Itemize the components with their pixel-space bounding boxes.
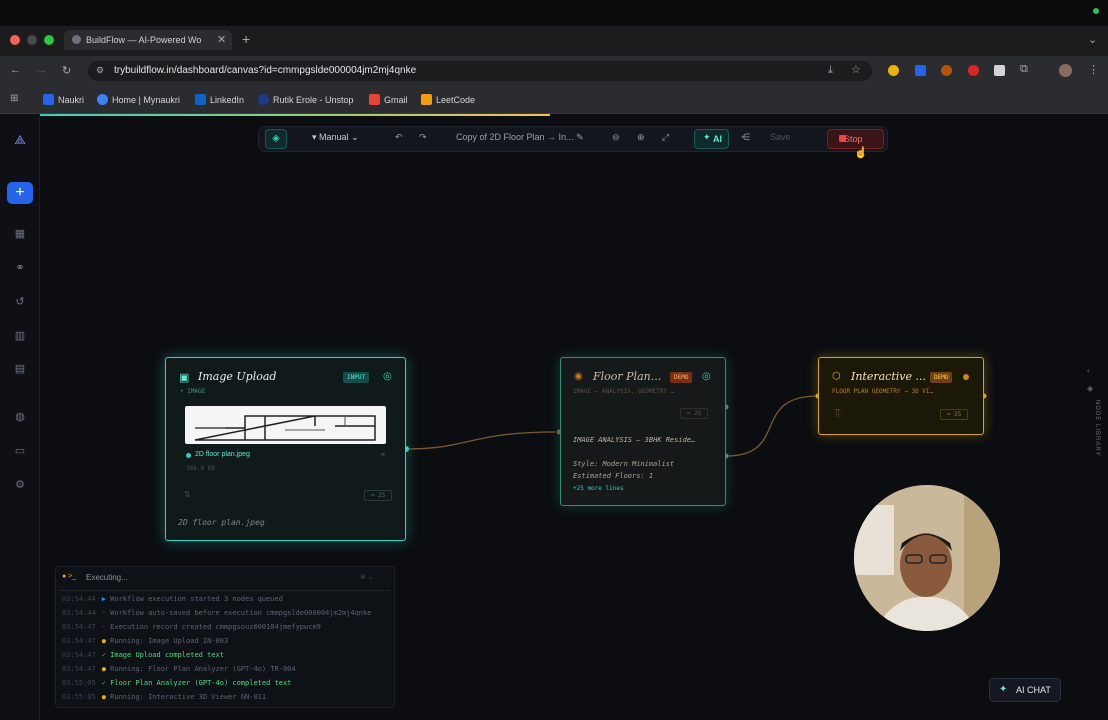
- log-line: 03:54:47 · Execution record created cmmpg…: [62, 623, 321, 631]
- node-subtitle: • IMAGE: [180, 388, 206, 395]
- node-title: Image Upload: [198, 370, 277, 383]
- node-caption: 2D floor plan.jpeg: [178, 518, 265, 527]
- connection-edge: [725, 395, 819, 457]
- sparkle-icon: ✦: [999, 684, 1008, 695]
- node-title: Floor Plan...: [593, 370, 662, 383]
- node-settings: ‑ ‑ ‑ ‑ ‑ ‑: [573, 404, 592, 419]
- node-title: Interactive ...: [851, 370, 926, 383]
- log-line: 03:55:05 ✓ Floor Plan Analyzer (GPT-4o) c…: [62, 679, 292, 687]
- status-check-icon: ◎: [383, 371, 392, 382]
- input-badge: INPUT: [343, 372, 370, 383]
- file-status-dot: [186, 453, 191, 458]
- log-line: 03:54:47 ✓ Image Upload completed text: [62, 651, 224, 659]
- floor-plan-thumbnail[interactable]: [185, 406, 386, 444]
- zoom-control[interactable]: ≈ 25: [680, 408, 708, 419]
- demo-badge: DEMO: [670, 372, 693, 383]
- node-library-tab[interactable]: NODE LIBRARY: [1086, 400, 1100, 500]
- log-line: 03:54:44 ▶ Workflow execution started 3 n…: [62, 595, 283, 603]
- image-icon: ▣: [179, 372, 190, 384]
- status-check-icon: ◎: [702, 371, 711, 382]
- placeholder-icon: ⫪: [834, 406, 841, 420]
- file-name: 2D floor plan.jpeg: [195, 451, 250, 458]
- analysis-heading: IMAGE ANALYSIS — 3BHK Reside…: [573, 436, 696, 444]
- interactive-3d-viewer-node[interactable]: [818, 357, 984, 435]
- log-line: 03:54:44 · Workflow auto-saved before exe…: [62, 609, 372, 617]
- analysis-style: Style: Modern Minimalist: [573, 460, 675, 468]
- log-line: 03:55:05 ● Running: Interactive 3D Viewer…: [62, 693, 267, 701]
- cube-icon: ⬡: [832, 371, 841, 382]
- collapse-panel-icon[interactable]: ‹: [1087, 366, 1090, 375]
- zoom-control[interactable]: ≈ 25: [940, 409, 968, 420]
- layers-icon: ◈: [1087, 384, 1094, 393]
- remove-file-icon[interactable]: ✕: [380, 451, 386, 459]
- analysis-floors: Estimated Floors: 1: [573, 472, 654, 480]
- log-line: 03:54:47 ● Running: Image Upload IN-003: [62, 637, 229, 645]
- node-subtitle: FLOOR PLAN GEOMETRY → 3D VI…: [832, 388, 934, 395]
- analyzer-icon: ◉: [574, 371, 583, 382]
- executing-indicator: ● >_: [62, 573, 77, 580]
- log-header: Executing...: [86, 573, 128, 582]
- running-status-dot: [963, 374, 969, 380]
- floor-plan-image: [194, 415, 376, 441]
- log-line: 03:54:47 ● Running: Floor Plan Analyzer (…: [62, 665, 296, 673]
- log-controls[interactable]: ⊗ ⌄: [360, 573, 374, 581]
- more-lines-link[interactable]: +25 more lines: [573, 485, 624, 492]
- webcam-overlay: [854, 485, 1000, 631]
- presenter-video: [854, 485, 1000, 631]
- zoom-control[interactable]: ≈ 25: [364, 490, 392, 501]
- drag-handle-icon[interactable]: ⇅: [184, 490, 191, 499]
- demo-badge: DEMO: [930, 372, 953, 383]
- image-upload-node[interactable]: [165, 357, 406, 541]
- file-size: 368.0 KB: [186, 465, 215, 472]
- node-subtitle: IMAGE — ANALYSIS, GEOMETRY …: [573, 388, 675, 395]
- log-divider: [59, 590, 391, 591]
- connection-edge: [405, 431, 556, 450]
